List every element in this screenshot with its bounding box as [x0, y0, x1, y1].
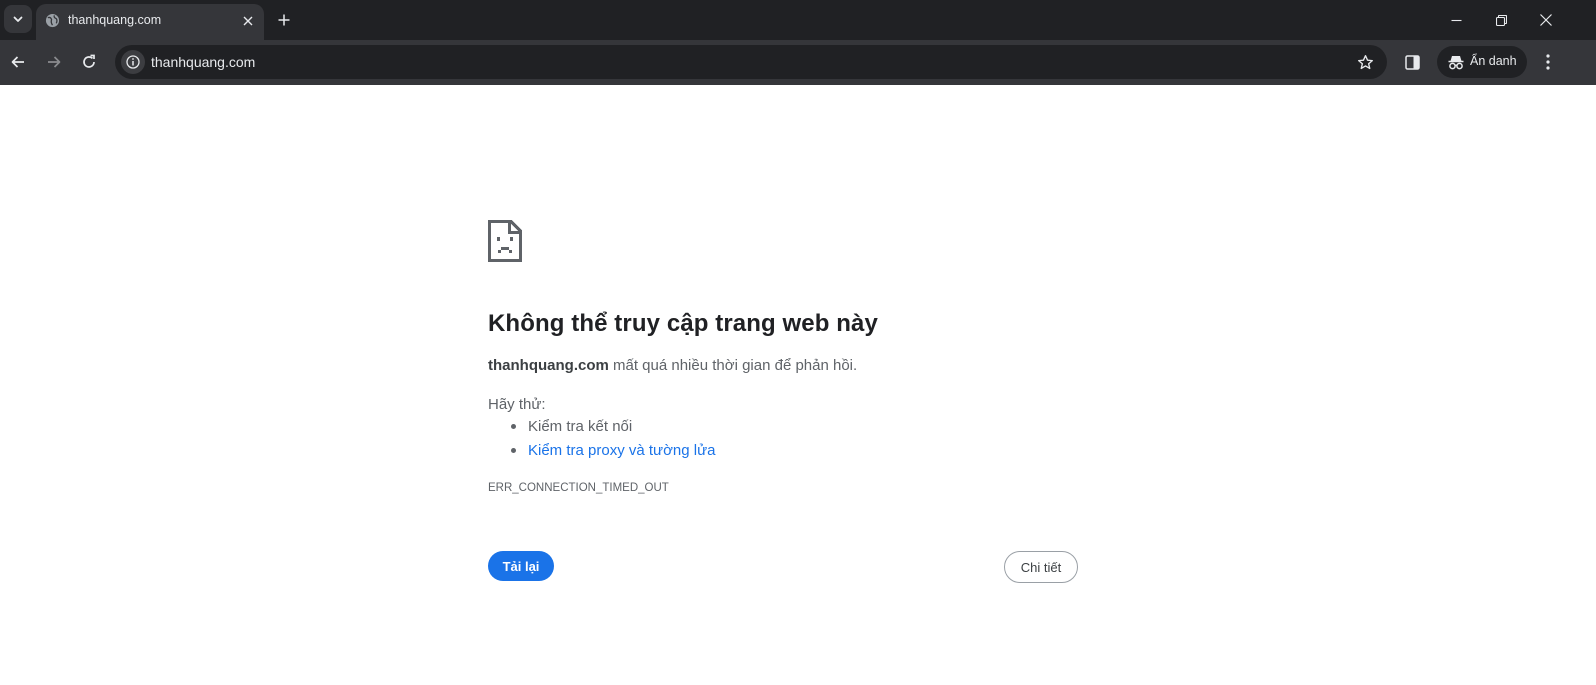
more-vert-icon — [1546, 54, 1550, 70]
address-bar[interactable]: thanhquang.com — [115, 45, 1387, 79]
suggestion-check-proxy-link[interactable]: Kiểm tra proxy và tường lửa — [528, 442, 716, 459]
incognito-icon — [1448, 56, 1464, 70]
list-item: Kiểm tra kết nối — [511, 418, 716, 442]
reload-button[interactable] — [77, 50, 101, 74]
forward-button[interactable] — [42, 50, 66, 74]
error-title: Không thể truy cập trang web này — [488, 310, 878, 337]
suggestion-check-connection: Kiểm tra kết nối — [528, 418, 633, 435]
bookmark-button[interactable] — [1355, 52, 1375, 72]
close-icon — [243, 16, 253, 26]
tab-title: thanhquang.com — [68, 13, 162, 27]
tab-search-button[interactable] — [4, 5, 32, 33]
suggestion-list: Kiểm tra kết nối Kiểm tra proxy và tường… — [511, 418, 716, 466]
list-item: Kiểm tra proxy và tường lửa — [511, 442, 716, 466]
minimize-icon — [1451, 19, 1461, 21]
close-window-button[interactable] — [1536, 10, 1556, 30]
refresh-icon — [83, 54, 95, 68]
error-host: thanhquang.com — [488, 357, 609, 374]
incognito-label: Ẩn danh — [1470, 54, 1517, 68]
chevron-down-icon — [13, 16, 23, 22]
tab-close-button[interactable] — [239, 12, 257, 30]
try-label: Hãy thử: — [488, 396, 546, 413]
restore-button[interactable] — [1491, 10, 1511, 30]
site-info-button[interactable] — [121, 50, 145, 74]
close-icon — [1540, 14, 1552, 26]
details-button[interactable]: Chi tiết — [1004, 551, 1078, 583]
new-tab-button[interactable] — [274, 10, 294, 30]
info-icon — [126, 55, 140, 69]
error-description: thanhquang.com mất quá nhiều thời gian đ… — [488, 357, 857, 374]
arrow-right-icon — [48, 56, 61, 68]
minimize-button[interactable] — [1446, 10, 1466, 30]
side-panel-button[interactable] — [1400, 50, 1424, 74]
toolbar: thanhquang.com Ẩn danh — [0, 40, 1596, 85]
back-button[interactable] — [6, 50, 30, 74]
restore-icon — [1495, 14, 1507, 26]
globe-icon — [45, 13, 60, 28]
menu-button[interactable] — [1536, 50, 1560, 74]
sad-page-icon — [488, 220, 522, 262]
tab-strip: thanhquang.com — [0, 0, 1596, 40]
browser-tab[interactable]: thanhquang.com — [36, 4, 264, 40]
side-panel-icon — [1404, 54, 1420, 70]
arrow-left-icon — [11, 56, 24, 68]
url-text: thanhquang.com — [151, 54, 256, 70]
incognito-indicator[interactable]: Ẩn danh — [1437, 46, 1527, 78]
error-code: ERR_CONNECTION_TIMED_OUT — [488, 482, 669, 494]
error-message: mất quá nhiều thời gian để phản hồi. — [608, 357, 858, 374]
plus-icon — [278, 14, 290, 26]
reload-page-button[interactable]: Tải lại — [488, 551, 554, 581]
star-icon — [1357, 54, 1373, 69]
